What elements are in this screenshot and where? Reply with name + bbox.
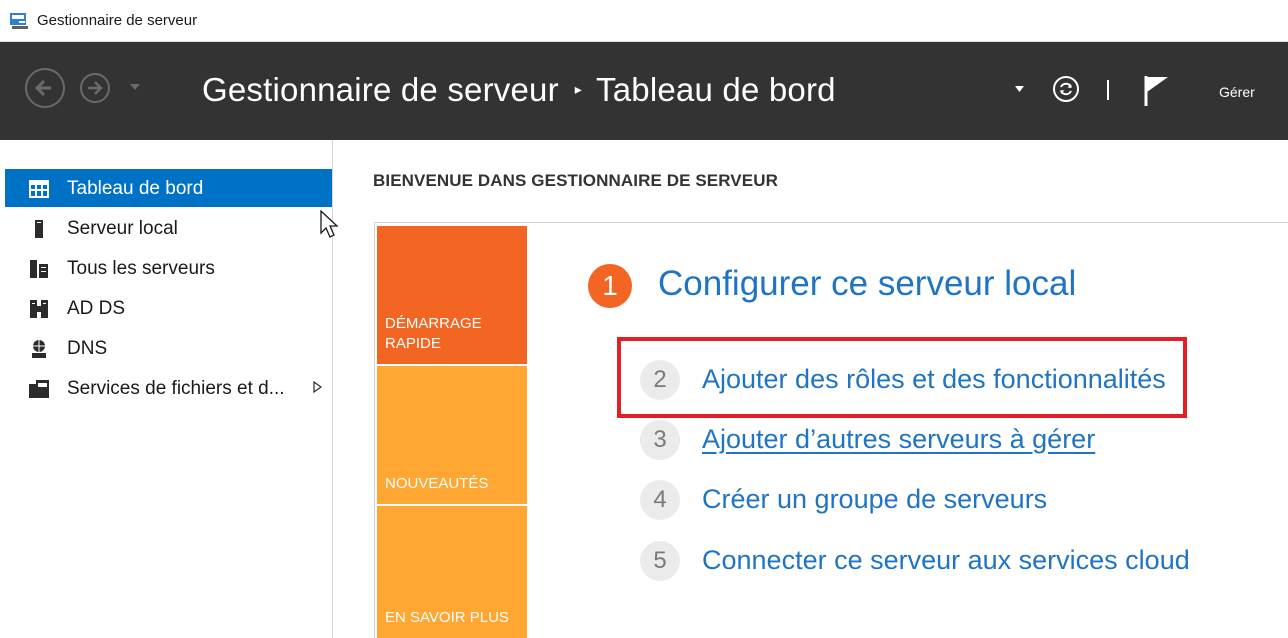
step-number-badge: 3 <box>640 420 680 460</box>
sidebar-item-label: AD DS <box>67 298 126 319</box>
header-divider <box>1107 80 1109 100</box>
refresh-icon <box>1060 82 1072 96</box>
sidebar-item-label: DNS <box>67 338 108 359</box>
dns-icon <box>32 340 46 358</box>
sidebar-item-label: Services de fichiers et d... <box>67 378 285 399</box>
breadcrumb-root[interactable]: Gestionnaire de serveur <box>202 71 559 108</box>
step-connect-cloud-link[interactable]: Connecter ce serveur aux services cloud <box>702 545 1190 576</box>
back-button[interactable] <box>25 68 65 108</box>
welcome-heading: BIENVENUE DANS GESTIONNAIRE DE SERVEUR <box>373 171 778 190</box>
file-services-icon <box>29 380 49 398</box>
mouse-cursor-icon <box>320 210 339 238</box>
window-title: Gestionnaire de serveur <box>37 12 198 29</box>
step-number-badge: 1 <box>588 264 632 308</box>
step-number-badge: 5 <box>640 541 680 581</box>
step-add-servers-link[interactable]: Ajouter d’autres serveurs à gérer <box>702 424 1095 455</box>
back-arrow-icon <box>34 79 51 97</box>
sidebar-item-local-server[interactable]: Serveur local <box>5 209 332 247</box>
server-icon <box>35 220 43 238</box>
expand-arrow-icon[interactable] <box>313 381 322 393</box>
tile-quick-start[interactable]: DÉMARRAGE RAPIDE <box>377 226 527 364</box>
sidebar-item-all-servers[interactable]: Tous les serveurs <box>5 249 332 287</box>
sidebar-item-label: Serveur local <box>67 218 178 239</box>
server-manager-app-icon <box>10 13 28 29</box>
sidebar-item-ad-ds[interactable]: AD DS <box>5 289 332 327</box>
tile-whats-new[interactable]: NOUVEAUTÉS <box>377 366 527 504</box>
sidebar-item-dns[interactable]: DNS <box>5 329 332 367</box>
tile-label: NOUVEAUTÉS <box>385 475 489 492</box>
ad-ds-icon <box>30 300 48 318</box>
breadcrumb-separator-icon: ▸ <box>574 80 583 97</box>
forward-arrow-icon <box>88 81 103 95</box>
sidebar-item-label: Tableau de bord <box>67 178 204 199</box>
sidebar-item-label: Tous les serveurs <box>67 258 215 279</box>
tile-label: DÉMARRAGE RAPIDE <box>385 315 482 352</box>
manage-menu[interactable]: Gérer <box>1219 84 1255 100</box>
sidebar-item-file-services[interactable]: Services de fichiers et d... <box>5 369 332 407</box>
header-dropdown-icon[interactable] <box>1015 86 1024 92</box>
tile-label: EN SAVOIR PLUS <box>385 609 509 626</box>
refresh-button[interactable] <box>1053 76 1079 102</box>
notifications-flag-icon[interactable] <box>1143 75 1171 107</box>
breadcrumb-current: Tableau de bord <box>596 71 836 108</box>
step-create-server-group-link[interactable]: Créer un groupe de serveurs <box>702 484 1047 515</box>
sidebar-item-dashboard[interactable]: Tableau de bord <box>5 169 332 207</box>
highlight-annotation-box <box>617 337 1187 418</box>
header-bar: Gestionnaire de serveur ▸ Tableau de bord … <box>0 42 1288 140</box>
breadcrumb: Gestionnaire de serveur ▸ Tableau de bord <box>202 71 836 109</box>
step-configure-local-server[interactable]: Configurer ce serveur local <box>658 264 1076 304</box>
servers-icon <box>30 260 48 278</box>
window-title-bar: Gestionnaire de serveur <box>0 0 1288 42</box>
forward-button[interactable] <box>80 73 110 103</box>
sidebar: Tableau de bord Serveur local Tous les s… <box>0 140 333 638</box>
navigation-history-dropdown-icon[interactable] <box>129 83 141 91</box>
step-number-badge: 4 <box>640 480 680 520</box>
tile-learn-more[interactable]: EN SAVOIR PLUS <box>377 506 527 638</box>
dashboard-icon <box>29 180 49 198</box>
